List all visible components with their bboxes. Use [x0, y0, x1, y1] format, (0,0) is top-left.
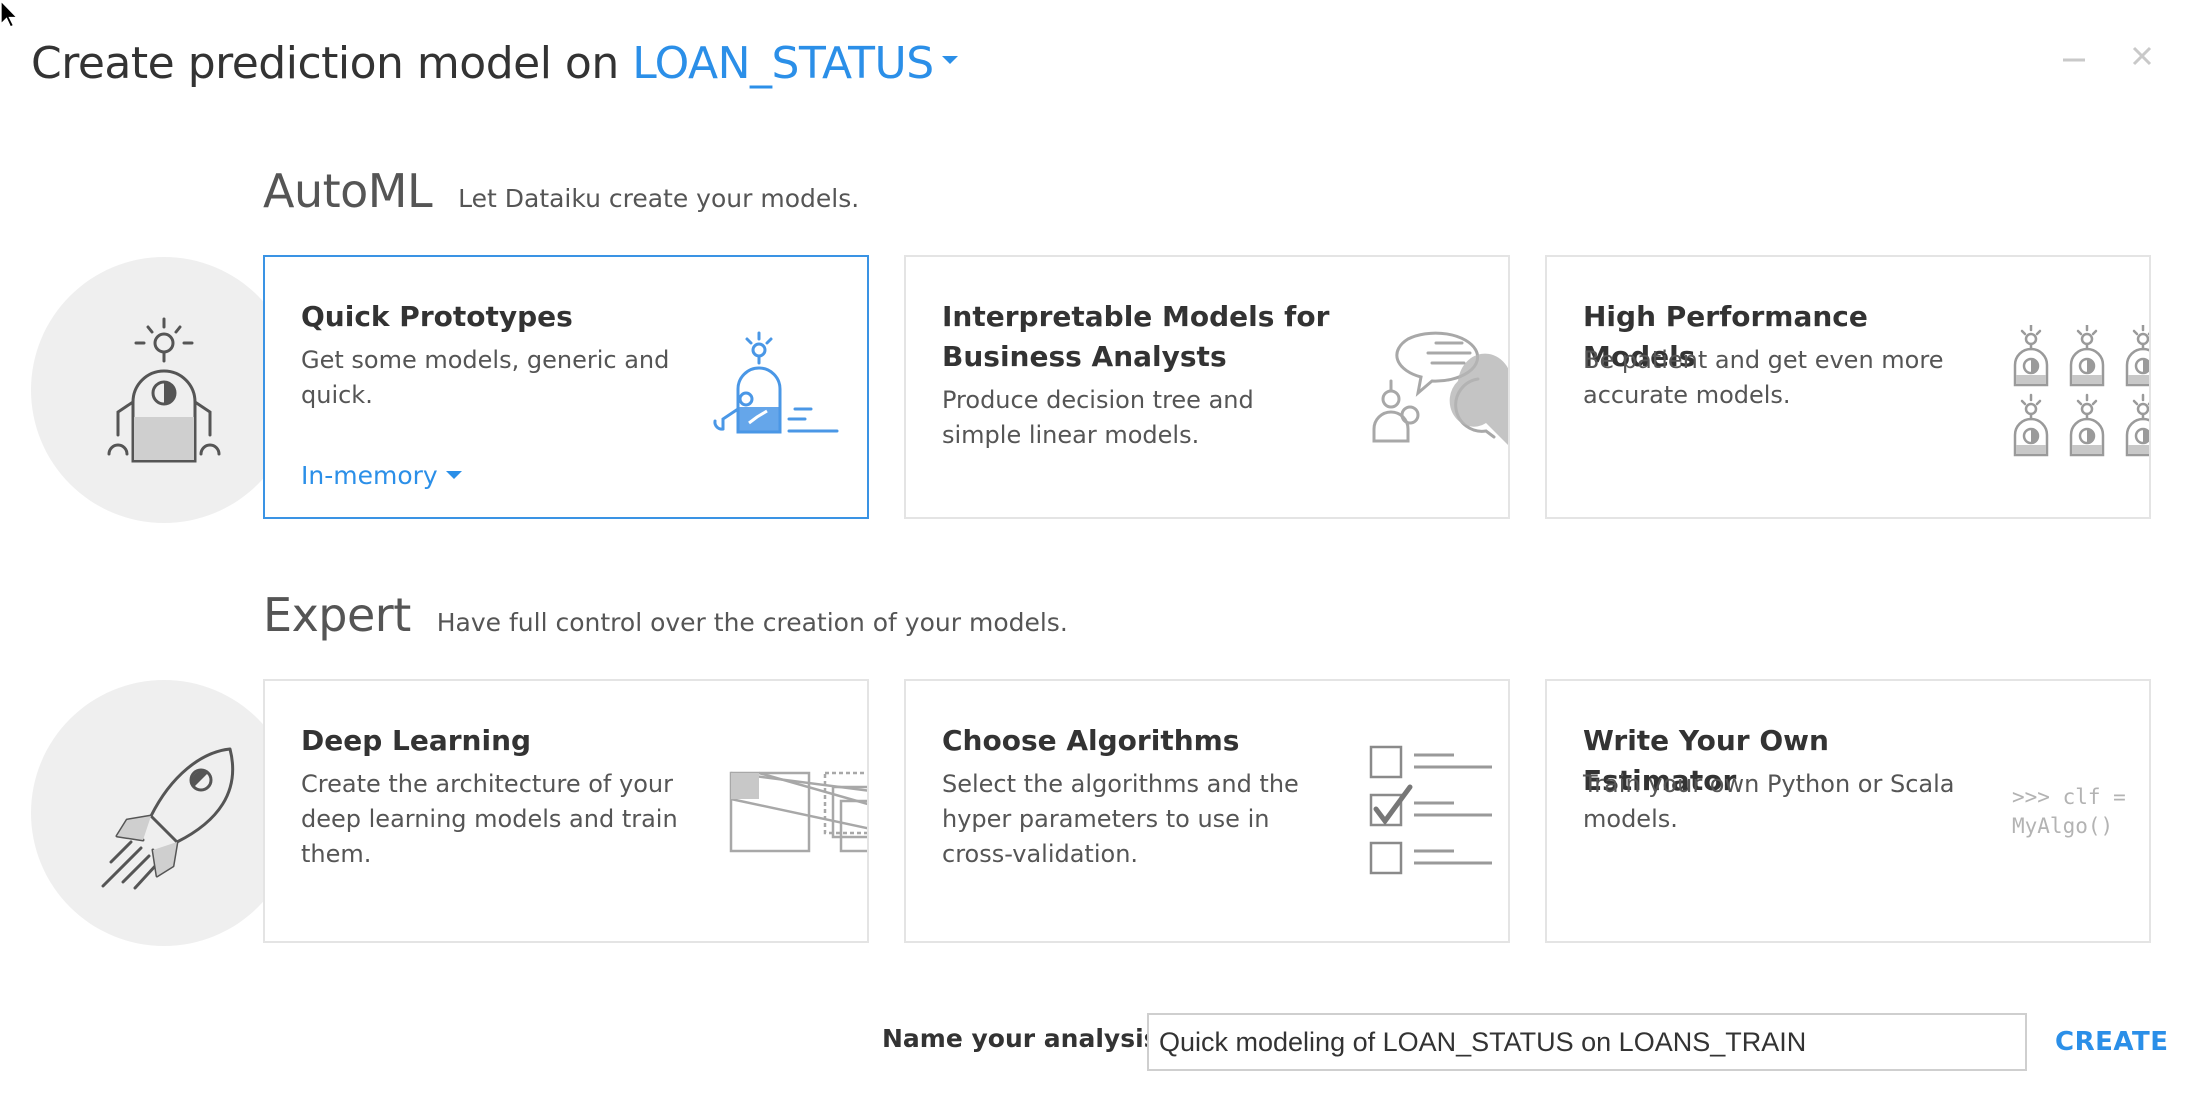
close-icon: [2132, 46, 2152, 66]
caret-down-icon: [445, 471, 462, 479]
engine-dropdown-label: In-memory: [301, 461, 438, 490]
card-quick-prototypes[interactable]: Quick Prototypes Get some models, generi…: [263, 255, 869, 519]
conversation-icon: [1372, 331, 1508, 445]
card-high-performance-models[interactable]: High Performance Models Be patient and g…: [1545, 255, 2151, 519]
card-description: Train your own Python or Scala models.: [1583, 770, 1955, 833]
mouse-cursor-icon: [0, 0, 19, 28]
card-description: Select the algorithms and the hyper para…: [942, 770, 1299, 868]
card-choose-algorithms[interactable]: Choose Algorithms Select the algorithms …: [904, 679, 1510, 943]
robot-grid-icon: [2013, 325, 2149, 457]
expert-rocket-badge: [31, 680, 297, 946]
engine-dropdown[interactable]: In-memory: [301, 461, 462, 490]
automl-subheading: Let Dataiku create your models.: [458, 184, 860, 213]
expert-subheading: Have full control over the creation of y…: [436, 608, 1068, 637]
title-prefix: Create prediction model on: [31, 38, 619, 89]
target-variable-label: LOAN_STATUS: [632, 38, 934, 89]
automl-robot-badge: [31, 257, 297, 523]
card-description: Be patient and get even more accurate mo…: [1583, 346, 1944, 409]
target-variable-dropdown[interactable]: LOAN_STATUS: [632, 38, 958, 89]
robot-icon: [107, 317, 221, 463]
create-button[interactable]: CREATE: [2055, 1027, 2168, 1057]
card-title: Interpretable Models for Business Analys…: [942, 300, 1330, 373]
close-button[interactable]: [2130, 44, 2154, 72]
card-title: Quick Prototypes: [301, 300, 573, 333]
card-deep-learning[interactable]: Deep Learning Create the architecture of…: [263, 679, 869, 943]
dialog-title: Create prediction model on LOAN_STATUS: [31, 38, 958, 89]
robot-prototype-icon: [713, 331, 839, 434]
card-title: Deep Learning: [301, 724, 532, 757]
card-description: Create the architecture of your deep lea…: [301, 770, 678, 868]
code-snippet: >>> clf = MyAlgo(): [2012, 785, 2126, 838]
checklist-icon: [1369, 745, 1492, 875]
card-title: Choose Algorithms: [942, 724, 1240, 757]
minimize-icon: [2063, 58, 2085, 62]
layers-icon: [729, 771, 867, 853]
card-interpretable-models[interactable]: Interpretable Models for Business Analys…: [904, 255, 1510, 519]
card-description: Produce decision tree and simple linear …: [942, 386, 1254, 449]
automl-section-header: AutoML Let Dataiku create your models.: [263, 164, 859, 218]
expert-heading: Expert: [263, 588, 411, 642]
caret-down-icon: [941, 56, 958, 64]
name-your-analysis-label: Name your analysis: [882, 1024, 1159, 1053]
expert-section-header: Expert Have full control over the creatio…: [263, 588, 1068, 642]
automl-heading: AutoML: [263, 164, 433, 218]
minimize-button[interactable]: [2062, 44, 2086, 72]
analysis-name-input[interactable]: [1147, 1013, 2027, 1071]
card-description: Get some models, generic and quick.: [301, 346, 670, 409]
rocket-icon: [101, 747, 235, 890]
card-write-your-own-estimator[interactable]: Write Your Own Estimator Train your own …: [1545, 679, 2151, 943]
